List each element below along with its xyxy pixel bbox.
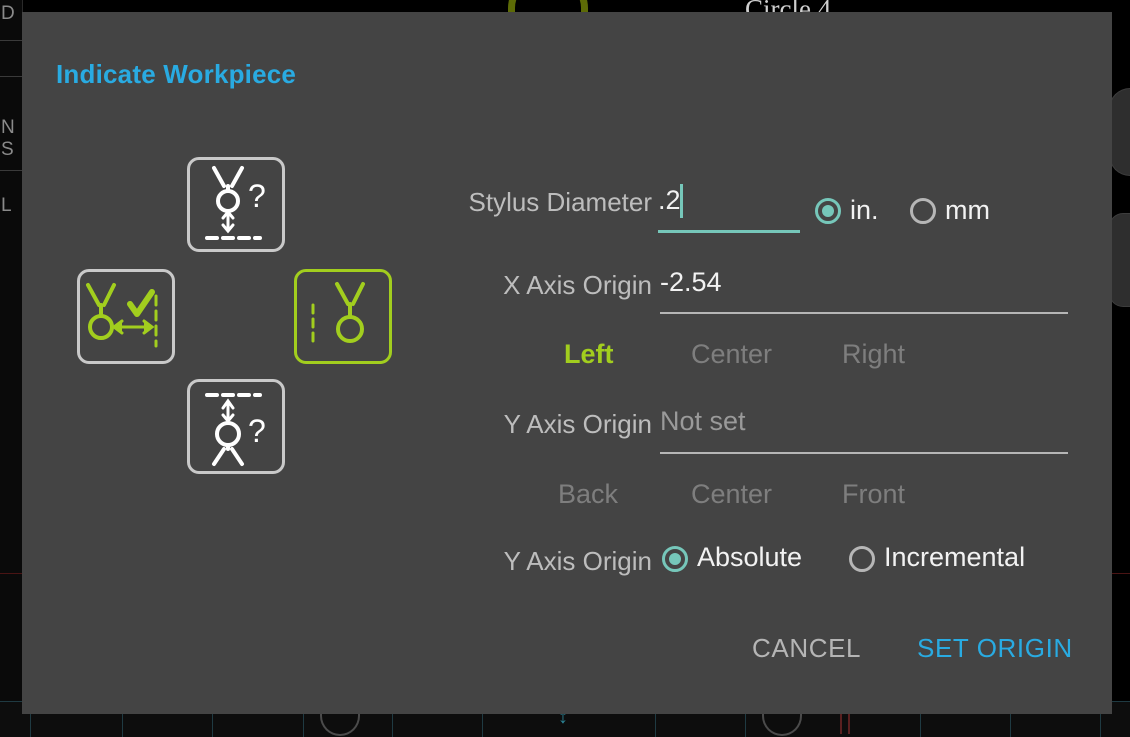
x-origin-option-left[interactable]: Left [564,339,614,370]
sidebar-divider [0,40,22,41]
y-origin-option-front[interactable]: Front [842,479,905,510]
stylus-diameter-label: Stylus Diameter [468,187,653,217]
x-axis-origin-label: X Axis Origin [503,270,652,300]
y-axis-origin-value[interactable]: Not set [660,406,746,437]
background-left-sidebar: D N S L [0,0,23,737]
text-caret [680,184,683,218]
sidebar-glyph-d: D [1,3,15,24]
sidebar-divider [0,76,22,77]
set-origin-button[interactable]: SET ORIGIN [917,633,1073,664]
unit-label-in[interactable]: in. [850,195,879,226]
x-axis-origin-input-underline[interactable] [660,312,1068,314]
cancel-button[interactable]: CANCEL [752,633,861,664]
background-right-handle [1109,88,1130,176]
y-axis-origin-label: Y Axis Origin [503,409,652,439]
y-axis-origin-input-underline[interactable] [660,452,1068,454]
x-origin-option-right[interactable]: Right [842,339,905,370]
y-mode-label-incremental[interactable]: Incremental [884,542,1025,573]
sidebar-glyph-s: S [1,139,14,160]
unit-radio-in[interactable] [815,198,841,224]
unit-label-mm[interactable]: mm [945,195,990,226]
sidebar-divider [0,170,22,171]
y-mode-label-absolute[interactable]: Absolute [697,542,802,573]
stylus-diameter-value[interactable]: .2 [658,185,681,216]
y-origin-option-back[interactable]: Back [558,479,618,510]
y-origin-option-center[interactable]: Center [691,479,772,510]
stylus-diameter-input-underline[interactable] [658,230,800,233]
y-mode-radio-incremental[interactable] [849,546,875,572]
sidebar-glyph-l: L [1,195,12,216]
unit-radio-mm[interactable] [910,198,936,224]
x-origin-option-center[interactable]: Center [691,339,772,370]
y-axis-mode-label: Y Axis Origin [503,546,652,576]
sidebar-glyph-n: N [1,117,15,138]
background-right-panel [1109,213,1130,307]
x-axis-origin-value[interactable]: -2.54 [660,267,722,298]
y-mode-radio-absolute[interactable] [662,546,688,572]
origin-form: Stylus Diameter .2 in. mm X Axis Origin … [22,12,1112,714]
indicate-workpiece-dialog: Indicate Workpiece ? ? Stylus Diameter .… [22,12,1112,714]
